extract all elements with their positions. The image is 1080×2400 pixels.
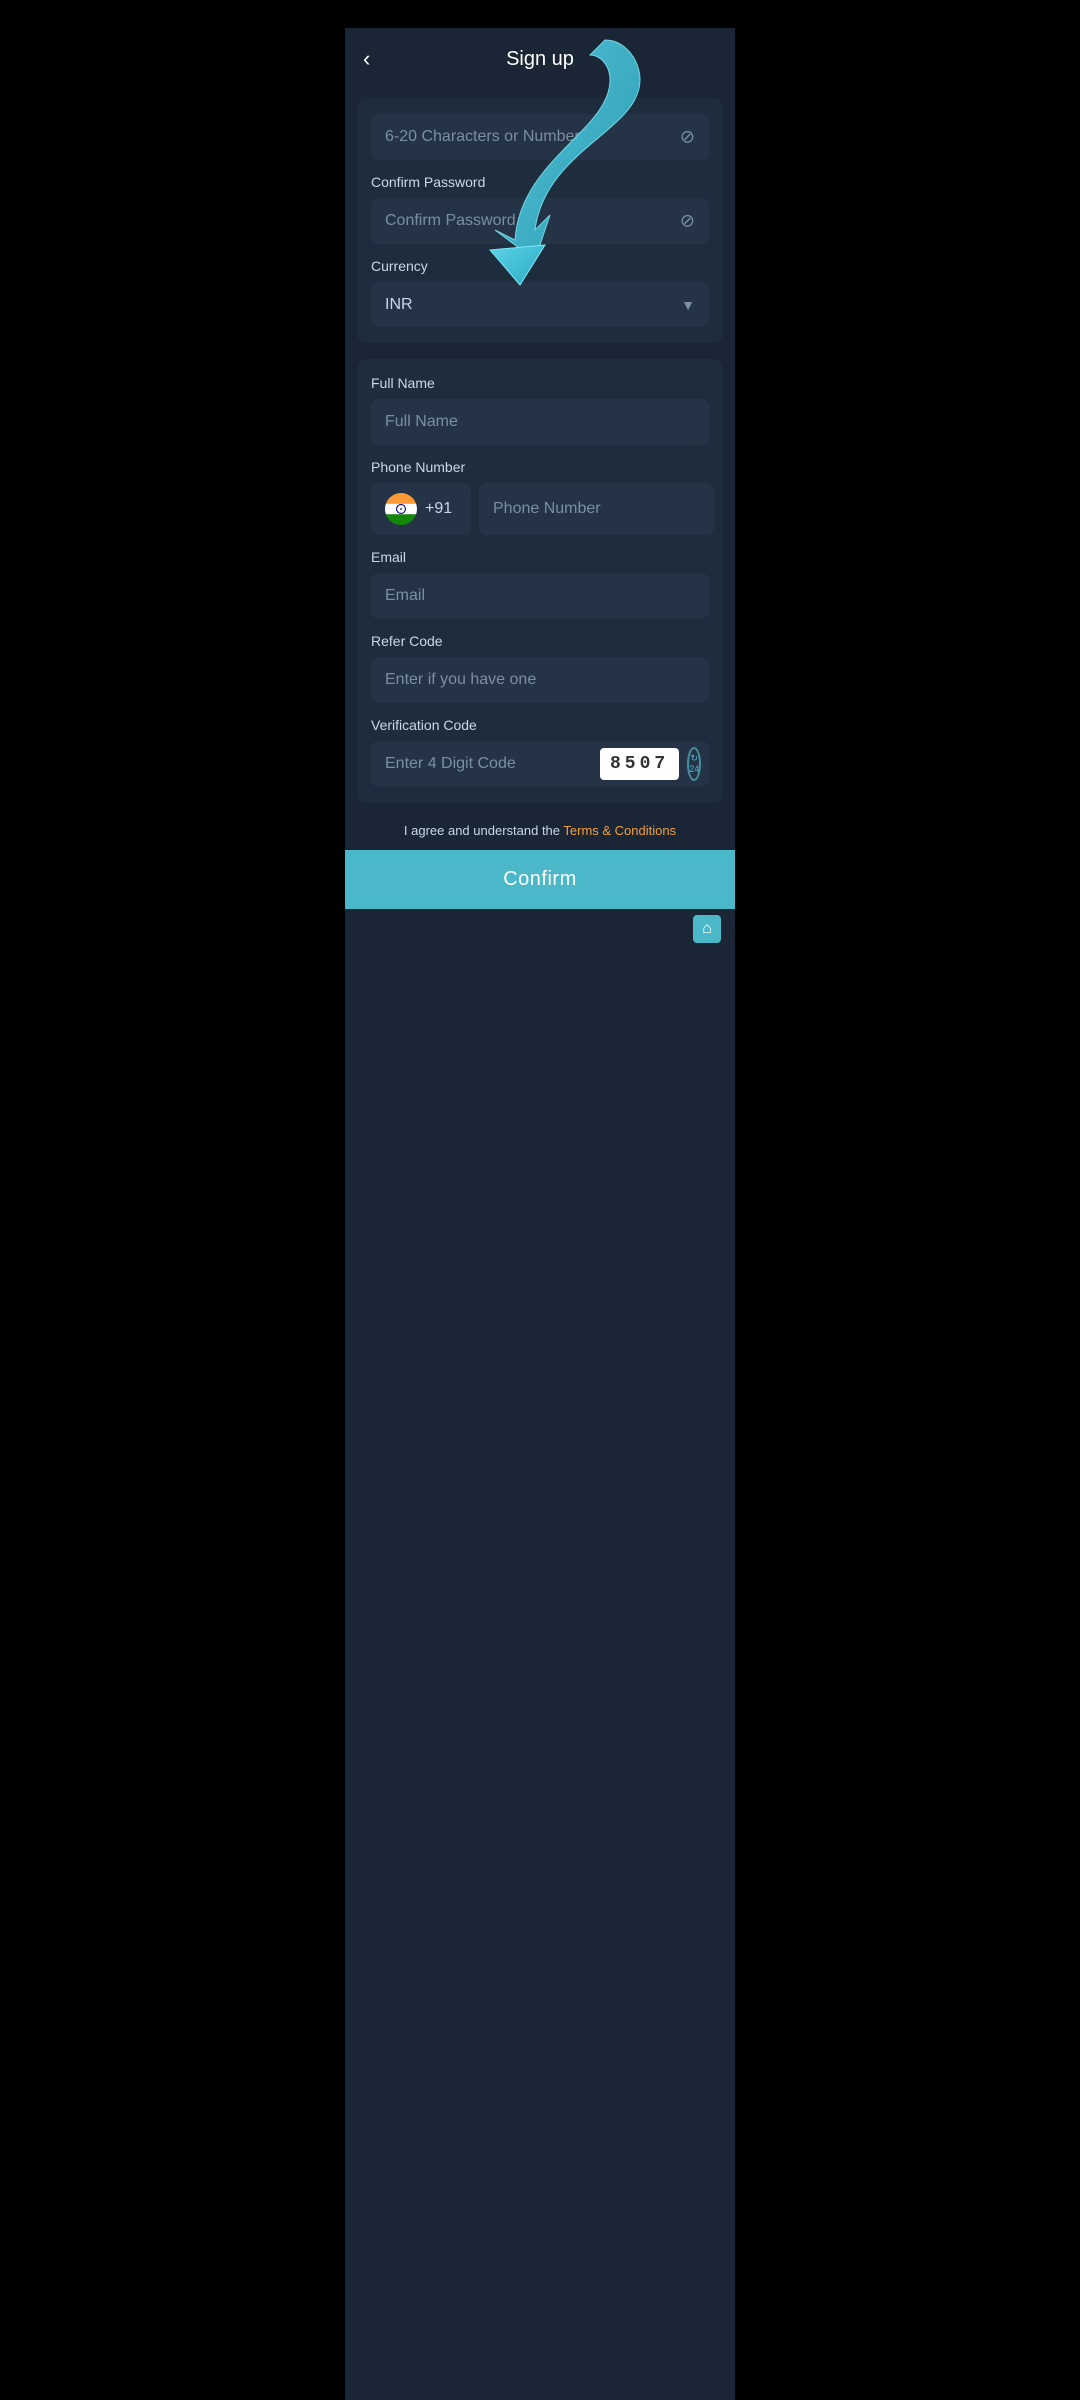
back-button[interactable]: ‹ bbox=[363, 42, 378, 76]
confirm-password-input[interactable] bbox=[371, 198, 709, 244]
home-indicator: ⌂ bbox=[345, 909, 735, 949]
verification-code-wrapper: 8507 ↻ 24 bbox=[371, 741, 709, 787]
password-input[interactable] bbox=[371, 114, 709, 160]
header: ‹ Sign up bbox=[345, 28, 735, 90]
password-section: ⊘ Confirm Password ⊘ Currency INR USD EU… bbox=[357, 98, 723, 343]
home-icon[interactable]: ⌂ bbox=[693, 915, 721, 943]
full-name-label: Full Name bbox=[371, 375, 709, 391]
terms-row: I agree and understand the Terms & Condi… bbox=[345, 811, 735, 850]
confirm-password-label: Confirm Password bbox=[371, 174, 709, 190]
email-input[interactable] bbox=[371, 573, 709, 619]
terms-text: I agree and understand the bbox=[404, 823, 564, 838]
captcha-image: 8507 bbox=[600, 748, 679, 780]
phone-label: Phone Number bbox=[371, 459, 709, 475]
country-code: +91 bbox=[425, 500, 452, 518]
refresh-captcha-button[interactable]: ↻ 24 bbox=[687, 747, 701, 781]
confirm-button[interactable]: Confirm bbox=[345, 850, 735, 909]
phone-input[interactable] bbox=[479, 483, 714, 535]
full-name-wrapper bbox=[371, 399, 709, 445]
refer-code-label: Refer Code bbox=[371, 633, 709, 649]
confirm-password-toggle-icon[interactable]: ⊘ bbox=[680, 211, 695, 232]
terms-link[interactable]: Terms & Conditions bbox=[563, 823, 676, 838]
profile-section: Full Name Phone Number bbox=[357, 359, 723, 803]
page-title: Sign up bbox=[506, 48, 574, 71]
india-flag bbox=[385, 493, 417, 525]
refer-code-input[interactable] bbox=[371, 657, 709, 703]
app-container: ‹ Sign up ⊘ Confirm Password ⊘ bbox=[345, 28, 735, 2400]
full-name-input[interactable] bbox=[371, 399, 709, 445]
currency-select-wrapper: INR USD EUR GBP ▼ bbox=[371, 282, 709, 327]
phone-row: +91 bbox=[371, 483, 709, 535]
email-label: Email bbox=[371, 549, 709, 565]
password-field-wrapper: ⊘ bbox=[371, 114, 709, 160]
verification-row: 8507 ↻ 24 bbox=[371, 741, 709, 787]
status-bar bbox=[345, 0, 735, 28]
verification-code-label: Verification Code bbox=[371, 717, 709, 733]
email-wrapper bbox=[371, 573, 709, 619]
country-picker[interactable]: +91 bbox=[371, 483, 471, 535]
confirm-password-wrapper: ⊘ bbox=[371, 198, 709, 244]
currency-select[interactable]: INR USD EUR GBP bbox=[371, 282, 709, 327]
verification-code-input[interactable] bbox=[385, 745, 592, 783]
currency-label: Currency bbox=[371, 258, 709, 274]
refer-code-wrapper bbox=[371, 657, 709, 703]
password-toggle-icon[interactable]: ⊘ bbox=[680, 127, 695, 148]
